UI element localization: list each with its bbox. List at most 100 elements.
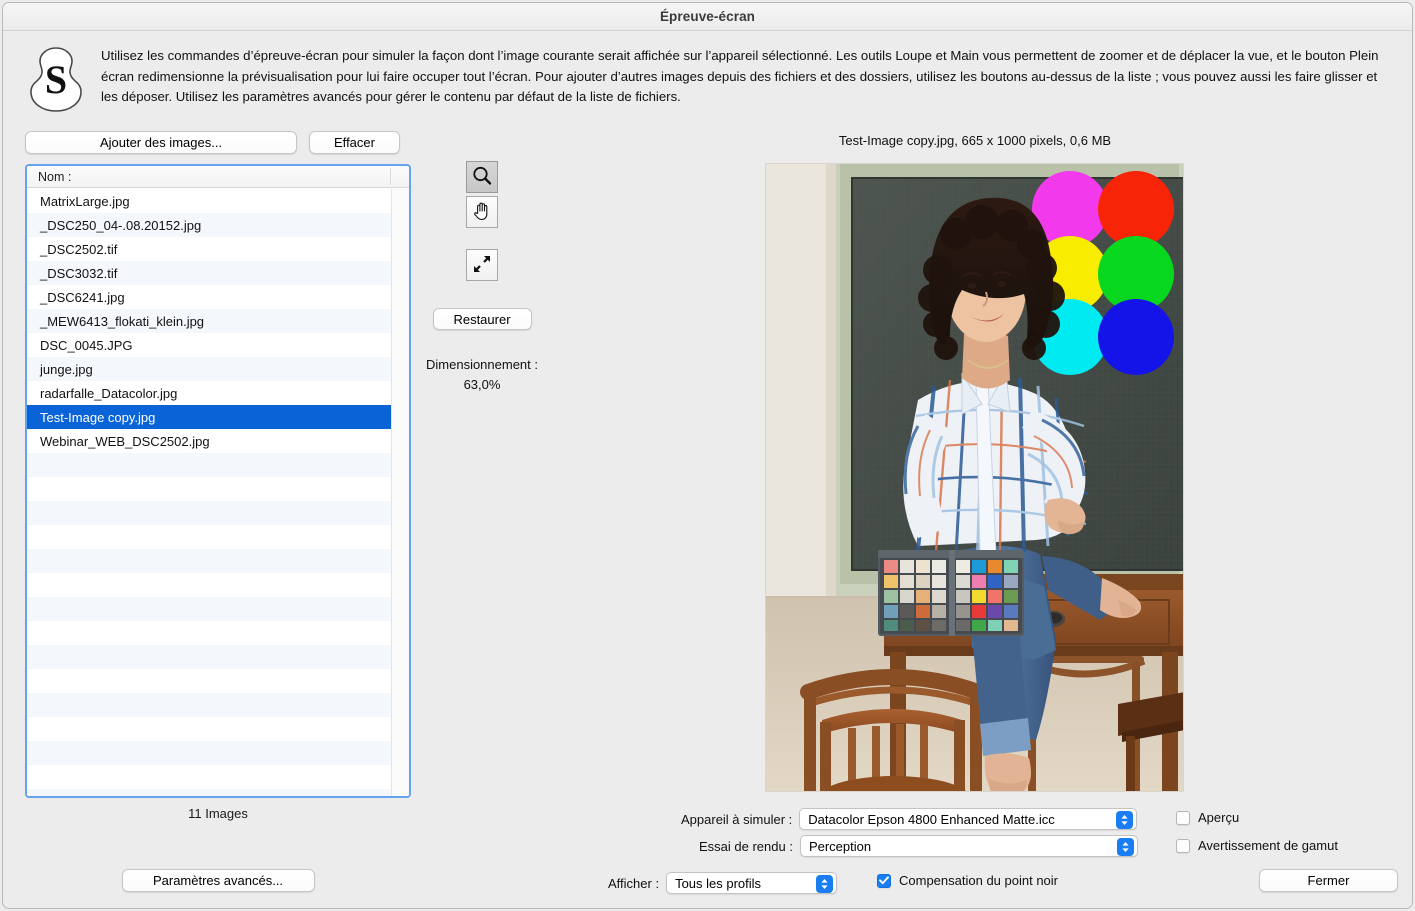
svg-text:S: S <box>45 57 67 102</box>
chevron-updown-icon <box>1116 811 1134 829</box>
display-value: Tous les profils <box>675 875 762 891</box>
file-name: MatrixLarge.jpg <box>40 193 130 209</box>
file-list-scrollbar[interactable] <box>391 189 409 796</box>
file-list-item[interactable]: Test-Image copy.jpg <box>27 405 391 429</box>
colorchecker-chart <box>878 550 1024 636</box>
display-label: Afficher : <box>608 875 660 891</box>
hand-tool-button[interactable] <box>466 196 498 228</box>
preview-image-info: Test-Image copy.jpg, 665 x 1000 pixels, … <box>838 133 1112 148</box>
blackpoint-checkbox-label: Compensation du point noir <box>899 873 1058 888</box>
file-list-toolbar: Ajouter des images... Effacer <box>25 131 411 154</box>
file-list-empty-row <box>27 621 391 645</box>
file-list-empty-row <box>27 693 391 717</box>
file-name: _DSC6241.jpg <box>40 289 125 305</box>
file-name: junge.jpg <box>40 361 93 377</box>
file-list-header: Nom : <box>27 166 409 188</box>
close-button[interactable]: Fermer <box>1259 869 1398 892</box>
restore-wrap: Restaurer <box>423 308 541 330</box>
check-icon <box>879 876 889 885</box>
chevron-updown-icon <box>1116 838 1134 856</box>
header-description: Utilisez les commandes d’épreuve-écran p… <box>101 48 1379 104</box>
file-list-empty-row <box>27 525 391 549</box>
file-list-item[interactable]: _DSC250_04-.08.20152.jpg <box>27 213 391 237</box>
file-name: radarfalle_Datacolor.jpg <box>40 385 178 401</box>
file-list-empty-row <box>27 717 391 741</box>
file-list-item[interactable]: _DSC6241.jpg <box>27 285 391 309</box>
restore-button[interactable]: Restaurer <box>432 308 532 330</box>
loupe-icon <box>471 165 493 190</box>
tools-panel: Restaurer Dimensionnement : 63,0% <box>423 161 541 395</box>
window-titlebar: Épreuve-écran <box>3 3 1412 31</box>
blackpoint-checkbox-row[interactable]: Compensation du point noir <box>877 873 1058 888</box>
proof-setup-window: Épreuve-écran S Utilisez les commandes d… <box>2 2 1413 909</box>
intent-select[interactable]: Perception <box>799 835 1138 857</box>
file-name: Test-Image copy.jpg <box>40 409 156 425</box>
file-list-item[interactable]: MatrixLarge.jpg <box>27 189 391 213</box>
file-name: _MEW6413_flokati_klein.jpg <box>40 313 205 329</box>
app-logo-icon: S <box>27 45 85 115</box>
preview-illustration <box>766 164 1183 791</box>
scaling-info: Dimensionnement : 63,0% <box>423 355 541 395</box>
file-list-empty-row <box>27 453 391 477</box>
file-list-item[interactable]: DSC_0045.JPG <box>27 333 391 357</box>
preview-image[interactable] <box>765 163 1184 792</box>
swatch-blue <box>1098 299 1174 375</box>
tool-spacer <box>423 228 541 249</box>
file-list-body[interactable]: MatrixLarge.jpg _DSC250_04-.08.20152.jpg _… <box>27 189 391 796</box>
file-list-empty-row <box>27 765 391 789</box>
file-list-item[interactable]: _DSC2502.tif <box>27 237 391 261</box>
file-list-item[interactable]: _DSC3032.tif <box>27 261 391 285</box>
file-name: DSC_0045.JPG <box>40 337 133 353</box>
file-list-empty-row <box>27 645 391 669</box>
file-name: _DSC250_04-.08.20152.jpg <box>40 217 202 233</box>
scaling-value: 63,0% <box>463 377 501 392</box>
header-section: S Utilisez les commandes d’épreuve-écran… <box>3 31 1412 121</box>
device-value: Datacolor Epson 4800 Enhanced Matte.icc <box>808 811 1055 827</box>
file-list-empty-row <box>27 741 391 765</box>
intent-label: Essai de rendu : <box>699 838 793 854</box>
file-list-empty-row <box>27 669 391 693</box>
file-list-empty-row <box>27 501 391 525</box>
intent-field: Essai de rendu : Perception <box>699 835 1138 857</box>
gamut-checkbox-label: Avertissement de gamut <box>1198 838 1338 853</box>
clear-button[interactable]: Effacer <box>309 131 400 154</box>
file-list-panel: Ajouter des images... Effacer Nom : Matr… <box>25 131 411 821</box>
chevron-updown-icon <box>816 875 834 893</box>
preview-checkbox-row[interactable]: Aperçu <box>1176 810 1239 825</box>
file-list-item[interactable]: Webinar_WEB_DSC2502.jpg <box>27 429 391 453</box>
file-list-empty-row <box>27 573 391 597</box>
gamut-checkbox-row[interactable]: Avertissement de gamut <box>1176 838 1338 853</box>
file-list-empty-row <box>27 477 391 501</box>
display-select[interactable]: Tous les profils <box>666 872 838 894</box>
preview-checkbox-label: Aperçu <box>1198 810 1240 825</box>
scaling-label: Dimensionnement : <box>426 357 538 372</box>
blackpoint-checkbox[interactable] <box>877 873 891 888</box>
file-list-empty-row <box>27 549 391 573</box>
fullscreen-tool-button[interactable] <box>466 249 498 281</box>
display-field: Afficher : Tous les profils <box>608 872 838 894</box>
file-list-item[interactable]: radarfalle_Datacolor.jpg <box>27 381 391 405</box>
device-field: Appareil à simuler : Datacolor Epson 480… <box>681 808 1138 830</box>
device-select[interactable]: Datacolor Epson 4800 Enhanced Matte.icc <box>799 808 1138 830</box>
file-name: Webinar_WEB_DSC2502.jpg <box>40 433 210 449</box>
hand-icon <box>471 200 493 225</box>
swatch-red <box>1098 171 1174 247</box>
window-title: Épreuve-écran <box>659 9 756 24</box>
file-name: _DSC3032.tif <box>40 265 118 281</box>
file-list-empty-row <box>27 789 391 796</box>
preview-checkbox[interactable] <box>1176 810 1190 825</box>
gamut-warning-checkbox[interactable] <box>1176 838 1190 853</box>
file-list-empty-row <box>27 597 391 621</box>
loupe-tool-button[interactable] <box>466 161 498 193</box>
column-divider <box>390 168 391 185</box>
file-list-item[interactable]: _MEW6413_flokati_klein.jpg <box>27 309 391 333</box>
device-label: Appareil à simuler : <box>681 811 793 827</box>
settings-panel: Appareil à simuler : Datacolor Epson 480… <box>3 798 1412 908</box>
column-header-name: Nom : <box>38 169 72 184</box>
file-name: _DSC2502.tif <box>40 241 118 257</box>
intent-value: Perception <box>808 838 872 854</box>
fullscreen-icon <box>471 253 493 278</box>
file-list-item[interactable]: junge.jpg <box>27 357 391 381</box>
file-list[interactable]: Nom : MatrixLarge.jpg _DSC250_04-.08.2015… <box>25 164 411 798</box>
add-images-button[interactable]: Ajouter des images... <box>25 131 297 154</box>
